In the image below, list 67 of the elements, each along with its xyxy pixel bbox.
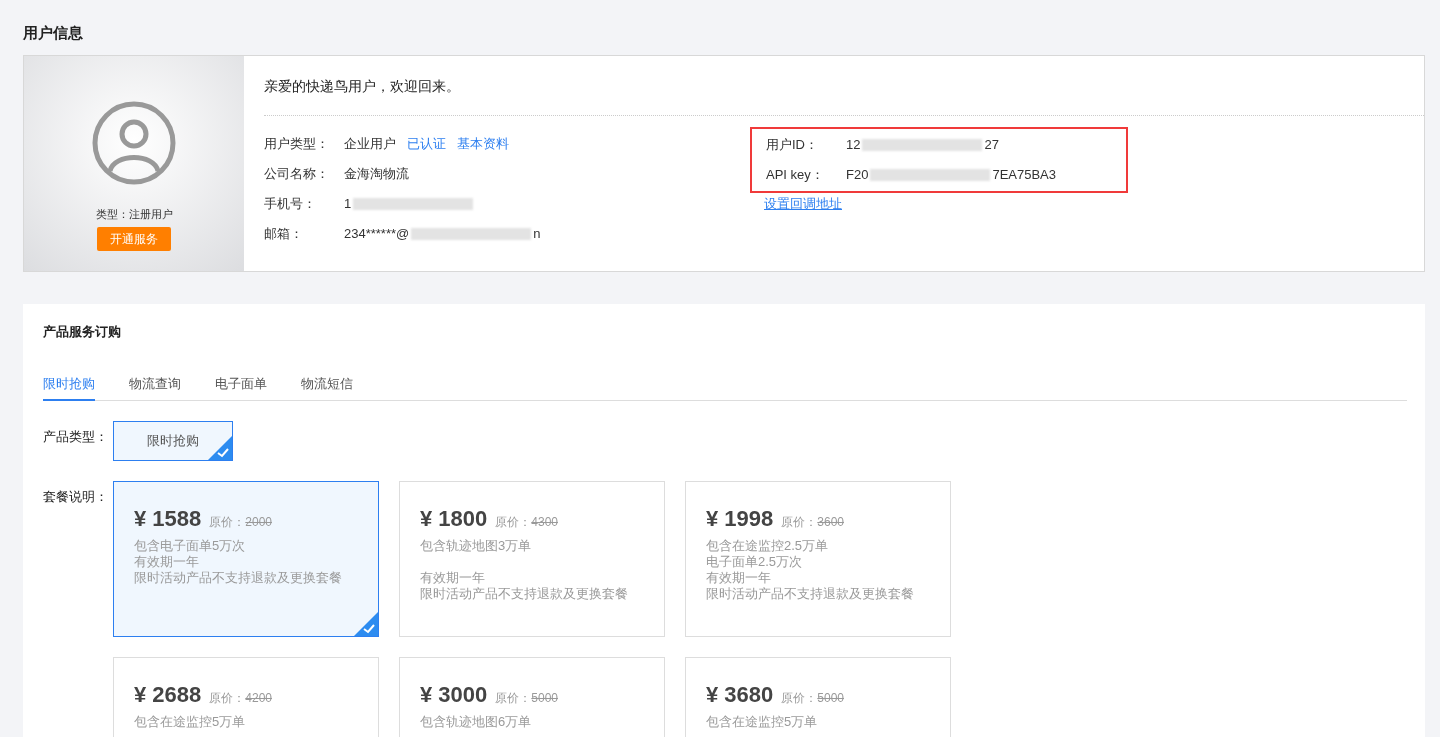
- package-detail: 限时活动产品不支持退款及更换套餐: [134, 570, 343, 586]
- package-detail: 包含在途监控5万单: [706, 714, 819, 730]
- field-label: 用户ID：: [766, 136, 819, 155]
- original-price: 2000: [245, 514, 272, 531]
- field-value: 1: [344, 195, 352, 214]
- package-detail: 有效期一年: [420, 570, 486, 586]
- original-price: 5000: [817, 690, 844, 707]
- original-price-label: 原价：: [209, 514, 246, 531]
- field-label: 手机号：: [264, 195, 317, 214]
- field-value: F20: [846, 166, 869, 185]
- package-card[interactable]: ¥ 3000 原价：5000 包含轨迹地图6万单: [399, 657, 665, 737]
- original-price: 3600: [817, 514, 844, 531]
- panel-title: 产品服务订购: [43, 323, 122, 341]
- original-price-label: 原价：: [209, 690, 246, 707]
- callback-link[interactable]: 设置回调地址: [764, 194, 1128, 214]
- field-label: 用户类型：: [264, 135, 330, 154]
- package-card[interactable]: ¥ 3680 原价：5000 包含在途监控5万单: [685, 657, 951, 737]
- original-price-label: 原价：: [781, 514, 818, 531]
- package-detail: 包含轨迹地图3万单: [420, 538, 533, 555]
- user-type-text: 类型：注册用户: [95, 207, 173, 222]
- original-price-label: 原价：: [495, 690, 532, 707]
- price: ¥ 1998: [706, 505, 774, 533]
- field-value: 12: [846, 136, 861, 155]
- field-value: 企业用户: [344, 135, 396, 154]
- original-price: 4200: [245, 690, 272, 707]
- original-price: 4300: [531, 514, 558, 531]
- package-card[interactable]: ¥ 1998 原价：3600 包含在途监控2.5万单 电子面单2.5万次 有效期一年 限时活动产品不支持退款及更换套餐: [685, 481, 951, 637]
- field-label: 邮箱：: [264, 225, 304, 244]
- package-detail: 有效期一年: [706, 570, 772, 586]
- field-label: 公司名称：: [264, 165, 330, 184]
- package-detail: 包含轨迹地图6万单: [420, 714, 533, 730]
- price: ¥ 1800: [420, 505, 488, 533]
- package-detail: 包含在途监控2.5万单: [706, 538, 830, 554]
- field-value: 27: [984, 136, 999, 155]
- price: ¥ 2688: [134, 681, 202, 709]
- package-detail: 限时活动产品不支持退款及更换套餐: [420, 586, 629, 602]
- section-title: 用户信息: [23, 23, 84, 43]
- field-value: 金海淘物流: [344, 165, 409, 184]
- field-link[interactable]: 基本资料: [457, 134, 509, 154]
- avatar-icon: [92, 101, 176, 185]
- field-label: API key：: [766, 166, 825, 185]
- price: ¥ 1588: [134, 505, 202, 533]
- field-label: 产品类型：: [43, 428, 109, 446]
- package-detail: 电子面单2.5万次: [706, 554, 804, 570]
- product-type-option[interactable]: 限时抢购: [113, 421, 233, 461]
- price: ¥ 3680: [706, 681, 774, 709]
- field-link[interactable]: 已认证: [407, 134, 446, 154]
- tab[interactable]: 物流短信: [301, 368, 353, 401]
- tab[interactable]: 电子面单: [215, 368, 267, 401]
- price: ¥ 3000: [420, 681, 488, 709]
- field-value: n: [533, 225, 541, 244]
- original-price-label: 原价：: [781, 690, 818, 707]
- welcome-text: 亲爱的快递鸟用户，欢迎回来。: [264, 56, 1424, 116]
- tab[interactable]: 限时抢购: [43, 368, 95, 401]
- package-detail: 限时活动产品不支持退款及更换套餐: [706, 586, 915, 602]
- original-price-label: 原价：: [495, 514, 532, 531]
- tab[interactable]: 物流查询: [129, 368, 181, 401]
- field-value: 7EA75BA3: [992, 166, 1056, 185]
- package-detail: 有效期一年: [134, 554, 200, 570]
- package-card[interactable]: ¥ 1800 原价：4300 包含轨迹地图3万单 有效期一年 限时活动产品不支持退款及更换套餐: [399, 481, 665, 637]
- original-price: 5000: [531, 690, 558, 707]
- package-card[interactable]: ¥ 2688 原价：4200 包含在途监控5万单: [113, 657, 379, 737]
- field-label: 套餐说明：: [43, 488, 109, 506]
- package-card[interactable]: ¥ 1588 原价：2000 包含电子面单5万次 有效期一年 限时活动产品不支持退款及更换套餐: [113, 481, 379, 637]
- package-detail: 包含电子面单5万次: [134, 538, 247, 554]
- package-detail: 包含在途监控5万单: [134, 714, 247, 730]
- field-value: 234******@: [344, 225, 410, 244]
